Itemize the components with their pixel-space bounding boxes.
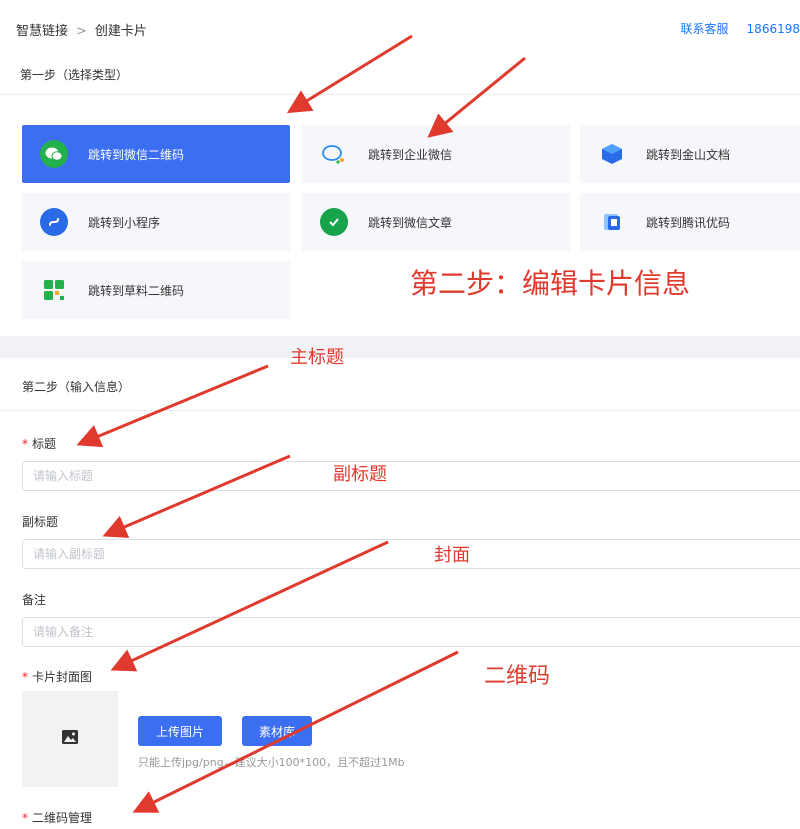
card-label: 跳转到草料二维码 — [88, 283, 185, 298]
cover-image-placeholder[interactable] — [22, 691, 118, 787]
card-wechat-article[interactable]: 跳转到微信文章 — [302, 193, 570, 251]
card-label: 跳转到腾讯优码 — [646, 215, 731, 230]
upload-image-button[interactable]: 上传图片 — [138, 716, 222, 746]
card-miniprogram[interactable]: 跳转到小程序 — [22, 193, 290, 251]
divider — [0, 410, 800, 411]
phone-number[interactable]: 1866198 — [747, 22, 800, 36]
wecom-icon — [320, 140, 348, 168]
required-mark: * — [22, 811, 28, 825]
card-label: 跳转到小程序 — [88, 215, 161, 230]
annotation-cover: 封面 — [434, 545, 470, 566]
title-label: * 标题 — [22, 435, 56, 452]
subtitle-input[interactable]: 请输入副标题 — [22, 539, 800, 569]
header-right: 联系客服 1866198 — [681, 20, 800, 37]
annotation-subtitle: 副标题 — [333, 464, 387, 485]
card-label: 跳转到微信文章 — [368, 215, 453, 230]
required-mark: * — [22, 670, 28, 684]
remark-input[interactable]: 请输入备注 — [22, 617, 800, 647]
image-icon — [61, 729, 79, 749]
chevron-right-icon: > — [76, 24, 87, 39]
contact-support-link[interactable]: 联系客服 — [681, 22, 729, 36]
required-mark: * — [22, 437, 28, 451]
step2-panel: 第二步（输入信息） * 标题 请输入标题 副标题 请输入副标题 备注 请输入备注 … — [0, 358, 800, 829]
cover-label: * 卡片封面图 — [22, 668, 92, 685]
material-library-button[interactable]: 素材库 — [242, 716, 312, 746]
tencent-youma-icon — [598, 208, 626, 236]
caoliao-qr-icon — [40, 276, 68, 304]
breadcrumb-home[interactable]: 智慧链接 — [16, 24, 68, 39]
annotation-main-title: 主标题 — [290, 347, 344, 368]
cover-label-text: 卡片封面图 — [32, 670, 93, 684]
card-caoliao-qr[interactable]: 跳转到草料二维码 — [22, 261, 290, 319]
remark-label: 备注 — [22, 593, 47, 607]
miniprogram-icon — [40, 208, 68, 236]
divider — [0, 94, 800, 95]
step1-title: 第一步（选择类型） — [20, 68, 129, 82]
qrcode-label-text: 二维码管理 — [32, 811, 93, 825]
step2-title: 第二步（输入信息） — [22, 380, 131, 394]
card-tencent-youma[interactable]: 跳转到腾讯优码 — [580, 193, 800, 251]
annotation-step2-heading: 第二步：编辑卡片信息 — [410, 267, 691, 300]
card-label: 跳转到金山文档 — [646, 147, 731, 162]
upload-hint: 只能上传jpg/png，建议大小100*100，且不超过1Mb — [138, 756, 405, 769]
kdocs-icon — [598, 140, 626, 168]
top-bar: 智慧链接 > 创建卡片 联系客服 1866198 — [0, 0, 800, 57]
annotation-qrcode: 二维码 — [484, 664, 551, 689]
wechat-icon — [40, 140, 68, 168]
breadcrumb-current: 创建卡片 — [94, 24, 147, 39]
card-kdocs[interactable]: 跳转到金山文档 — [580, 125, 800, 183]
article-icon — [320, 208, 348, 236]
qrcode-label: * 二维码管理 — [22, 809, 92, 826]
card-wecom[interactable]: 跳转到企业微信 — [302, 125, 570, 183]
title-input[interactable]: 请输入标题 — [22, 461, 800, 491]
card-label: 跳转到企业微信 — [368, 147, 453, 162]
card-wechat-qr[interactable]: 跳转到微信二维码 — [22, 125, 290, 183]
subtitle-label: 副标题 — [22, 515, 59, 529]
breadcrumb: 智慧链接 > 创建卡片 — [16, 20, 147, 39]
card-label: 跳转到微信二维码 — [88, 147, 185, 162]
title-label-text: 标题 — [32, 437, 57, 451]
